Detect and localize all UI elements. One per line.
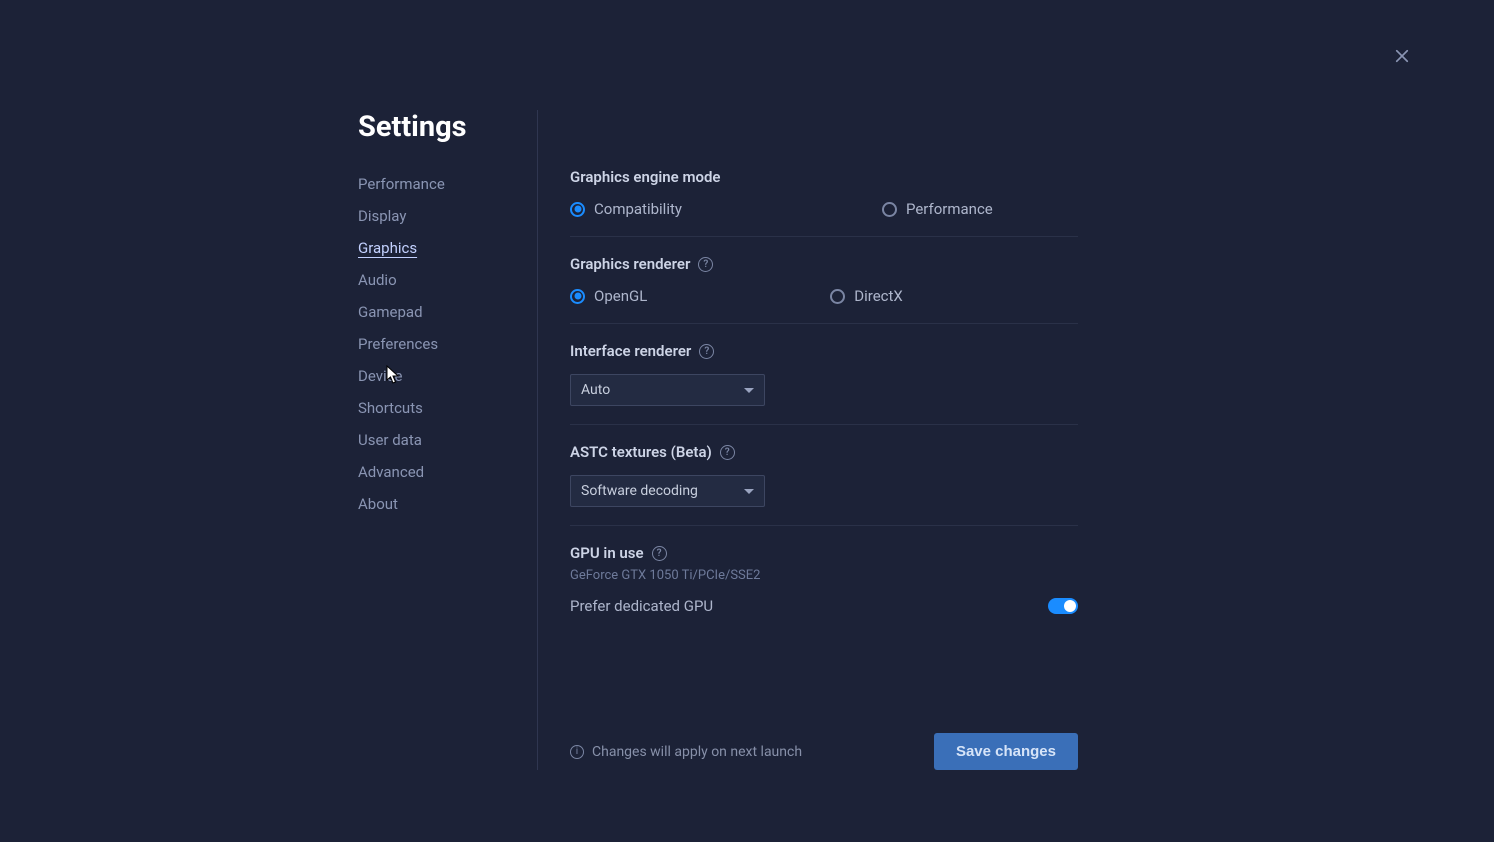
help-icon[interactable]: ? xyxy=(652,546,667,561)
section-gpu: GPU in use ? GeForce GTX 1050 Ti/PCIe/SS… xyxy=(570,544,1078,633)
gpu-title: GPU in use xyxy=(570,544,644,562)
radio-icon xyxy=(882,202,897,217)
sidebar-item-preferences[interactable]: Preferences xyxy=(358,328,537,360)
radio-icon xyxy=(570,289,585,304)
prefer-dedicated-gpu-label: Prefer dedicated GPU xyxy=(570,597,713,615)
save-button[interactable]: Save changes xyxy=(934,733,1078,770)
help-icon[interactable]: ? xyxy=(720,445,735,460)
prefer-dedicated-gpu-toggle[interactable] xyxy=(1048,598,1078,614)
section-graphics-renderer: Graphics renderer ? OpenGL DirectX xyxy=(570,255,1078,324)
sidebar-item-gamepad[interactable]: Gamepad xyxy=(358,296,537,328)
section-engine-mode: Graphics engine mode Compatibility Perfo… xyxy=(570,168,1078,237)
help-icon[interactable]: ? xyxy=(698,257,713,272)
radio-opengl[interactable]: OpenGL xyxy=(570,287,647,305)
radio-compatibility[interactable]: Compatibility xyxy=(570,200,682,218)
sidebar-item-display[interactable]: Display xyxy=(358,200,537,232)
radio-icon xyxy=(830,289,845,304)
radio-label: OpenGL xyxy=(594,287,647,305)
help-icon[interactable]: ? xyxy=(699,344,714,359)
gpu-name: GeForce GTX 1050 Ti/PCIe/SSE2 xyxy=(570,568,1078,583)
sidebar-item-performance[interactable]: Performance xyxy=(358,168,537,200)
close-icon[interactable] xyxy=(1390,44,1414,68)
select-value: Auto xyxy=(581,382,610,398)
sidebar-item-device[interactable]: Device xyxy=(358,360,537,392)
graphics-renderer-title: Graphics renderer xyxy=(570,255,690,273)
radio-label: Compatibility xyxy=(594,200,682,218)
section-astc: ASTC textures (Beta) ? Software decoding xyxy=(570,443,1078,526)
select-value: Software decoding xyxy=(581,483,698,499)
chevron-down-icon xyxy=(744,388,754,393)
sidebar-item-shortcuts[interactable]: Shortcuts xyxy=(358,392,537,424)
astc-select[interactable]: Software decoding xyxy=(570,475,765,507)
chevron-down-icon xyxy=(744,489,754,494)
sidebar-item-advanced[interactable]: Advanced xyxy=(358,456,537,488)
radio-label: DirectX xyxy=(854,287,903,305)
sidebar-item-audio[interactable]: Audio xyxy=(358,264,537,296)
info-icon: i xyxy=(570,745,584,759)
sidebar-item-user-data[interactable]: User data xyxy=(358,424,537,456)
radio-performance[interactable]: Performance xyxy=(882,200,993,218)
radio-label: Performance xyxy=(906,200,993,218)
sidebar-item-graphics[interactable]: Graphics xyxy=(358,232,537,264)
sidebar: Performance Display Graphics Audio Gamep… xyxy=(358,110,538,770)
interface-renderer-title: Interface renderer xyxy=(570,342,691,360)
astc-title: ASTC textures (Beta) xyxy=(570,443,712,461)
radio-icon xyxy=(570,202,585,217)
sidebar-item-about[interactable]: About xyxy=(358,488,537,520)
interface-renderer-select[interactable]: Auto xyxy=(570,374,765,406)
engine-mode-title: Graphics engine mode xyxy=(570,168,1078,186)
radio-directx[interactable]: DirectX xyxy=(830,287,903,305)
main-panel: Graphics engine mode Compatibility Perfo… xyxy=(538,110,1078,770)
page-title: Settings xyxy=(358,110,467,144)
section-interface-renderer: Interface renderer ? Auto xyxy=(570,342,1078,425)
footer-info: Changes will apply on next launch xyxy=(592,744,802,760)
